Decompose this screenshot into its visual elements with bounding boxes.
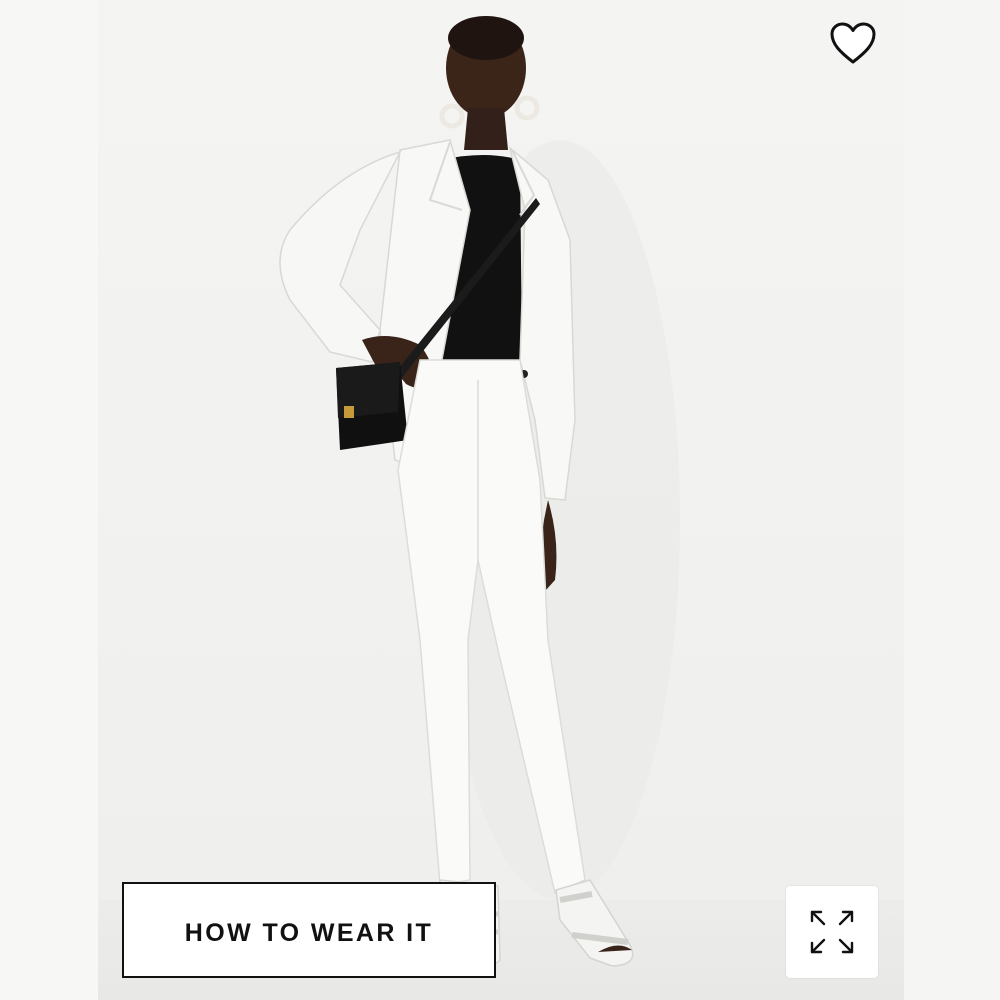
how-to-wear-it-label: HOW TO WEAR IT — [184, 918, 434, 947]
sandal-right — [555, 879, 634, 967]
earring-right — [514, 95, 540, 121]
how-to-wear-it-button[interactable]: HOW TO WEAR IT — [122, 882, 496, 978]
earring-left — [439, 103, 465, 129]
heart-outline-icon — [830, 22, 876, 64]
favorite-button[interactable] — [826, 18, 880, 68]
expand-image-button[interactable] — [786, 886, 878, 978]
product-photo[interactable] — [0, 0, 1000, 1000]
product-image-viewer: HOW TO WEAR IT — [0, 0, 1000, 1000]
expand-arrows-icon — [810, 910, 854, 954]
